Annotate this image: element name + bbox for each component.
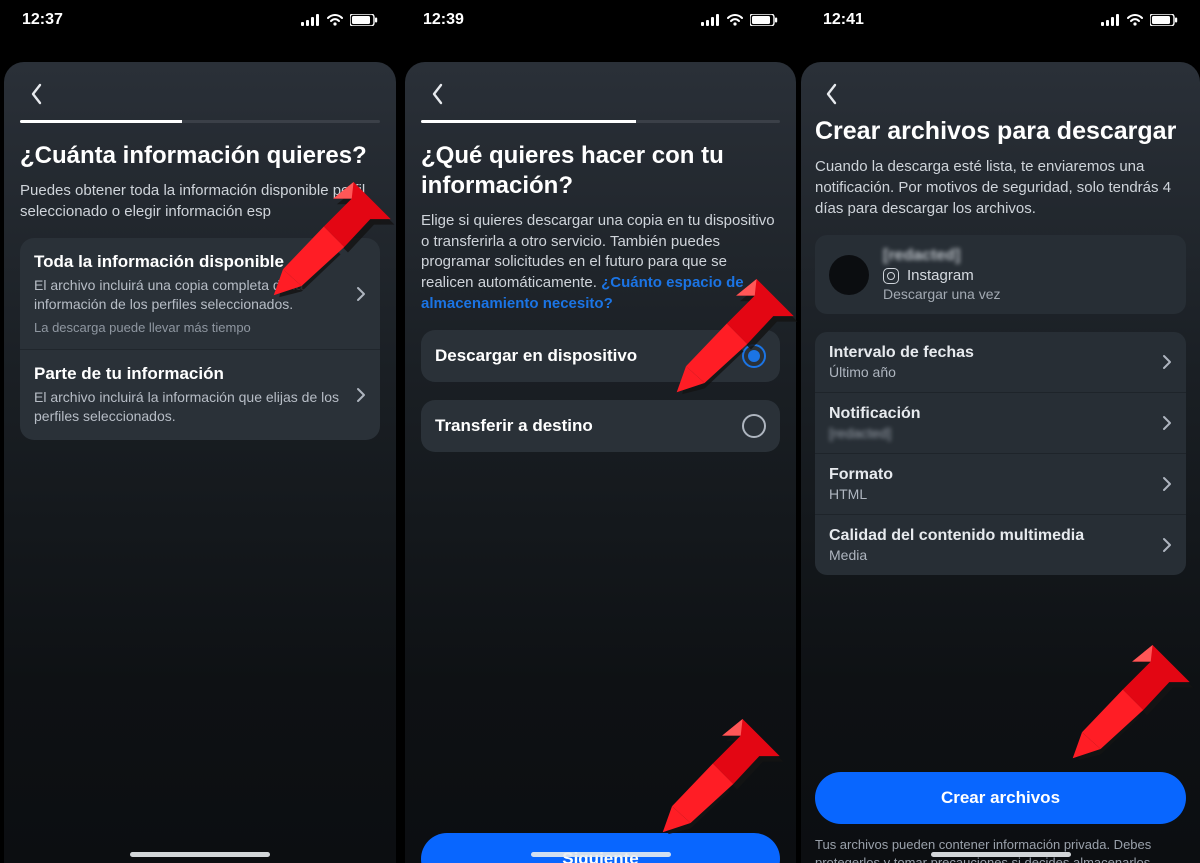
phone-screen-3: 12:41 Crear archivos para descargar Cuan… [800, 0, 1200, 863]
option-partial-info[interactable]: Parte de tu información El archivo inclu… [20, 349, 380, 440]
avatar [829, 255, 869, 295]
phone-screen-2: 12:39 ¿Qué quieres hacer con tu informac… [400, 0, 800, 863]
wifi-icon [1127, 14, 1143, 26]
radio-selected-icon [742, 344, 766, 368]
setting-key: Notificación [829, 405, 921, 423]
status-bar: 12:39 [401, 0, 800, 40]
option-title: Toda la información disponible [34, 252, 344, 272]
privacy-footer: Tus archivos pueden contener información… [815, 836, 1186, 863]
back-button[interactable] [20, 78, 52, 110]
status-time: 12:39 [423, 11, 464, 29]
sheet-3: Crear archivos para descargar Cuando la … [801, 62, 1200, 863]
page-subtitle: Elige si quieres descargar una copia en … [421, 211, 780, 314]
account-frequency: Descargar una vez [883, 286, 1001, 302]
transfer-choice-group: Transferir a destino [421, 400, 780, 452]
home-indicator [931, 852, 1071, 857]
home-indicator [130, 852, 270, 857]
create-files-button[interactable]: Crear archivos [815, 772, 1186, 824]
choice-label: Descargar en dispositivo [435, 346, 730, 366]
download-settings: Intervalo de fechas Último año Notificac… [815, 332, 1186, 575]
chevron-right-icon [1162, 354, 1172, 370]
setting-date-range[interactable]: Intervalo de fechas Último año [815, 332, 1186, 392]
choice-label: Transferir a destino [435, 416, 730, 436]
battery-icon [1150, 14, 1178, 26]
setting-value: Media [829, 547, 1084, 563]
option-title: Parte de tu información [34, 364, 344, 384]
option-all-info[interactable]: Toda la información disponible El archiv… [20, 238, 380, 349]
sheet-2: ¿Qué quieres hacer con tu información? E… [405, 62, 796, 863]
chevron-right-icon [1162, 537, 1172, 553]
phone-screen-1: 12:37 ¿Cuánta información quieres? Puede… [0, 0, 400, 863]
wifi-icon [327, 14, 343, 26]
battery-icon [350, 14, 378, 26]
amount-options: Toda la información disponible El archiv… [20, 238, 380, 440]
choice-transfer-destination[interactable]: Transferir a destino [421, 400, 780, 452]
progress-bar [20, 120, 380, 123]
battery-icon [750, 14, 778, 26]
status-time: 12:41 [823, 11, 864, 29]
signal-icon [1101, 14, 1120, 26]
page-title: ¿Qué quieres hacer con tu información? [421, 141, 780, 201]
option-desc: El archivo incluirá una copia completa d… [34, 276, 344, 314]
page-subtitle: Cuando la descarga esté lista, te enviar… [815, 157, 1186, 219]
account-card: [redacted] Instagram Descargar una vez [815, 235, 1186, 314]
setting-value: Último año [829, 364, 974, 380]
page-subtitle: Puedes obtener toda la información dispo… [20, 181, 380, 222]
back-button[interactable] [815, 78, 847, 110]
account-username: [redacted] [883, 247, 1001, 265]
back-button[interactable] [421, 78, 453, 110]
download-choice-group: Descargar en dispositivo [421, 330, 780, 382]
home-indicator [531, 852, 671, 857]
option-desc: El archivo incluirá la información que e… [34, 388, 344, 426]
account-service: Instagram [907, 267, 974, 284]
three-phone-stage: 12:37 ¿Cuánta información quieres? Puede… [0, 0, 1200, 863]
setting-media-quality[interactable]: Calidad del contenido multimedia Media [815, 514, 1186, 575]
chevron-right-icon [1162, 476, 1172, 492]
chevron-right-icon [1162, 415, 1172, 431]
status-bar: 12:37 [0, 0, 400, 40]
chevron-left-icon [824, 83, 838, 105]
wifi-icon [727, 14, 743, 26]
signal-icon [301, 14, 320, 26]
status-time: 12:37 [22, 11, 63, 29]
next-button[interactable]: Siguiente [421, 833, 780, 863]
setting-format[interactable]: Formato HTML [815, 453, 1186, 514]
instagram-icon [883, 268, 899, 284]
progress-bar [421, 120, 780, 123]
setting-notification[interactable]: Notificación [redacted] [815, 392, 1186, 453]
setting-key: Intervalo de fechas [829, 344, 974, 362]
chevron-right-icon [356, 286, 366, 302]
chevron-right-icon [356, 387, 366, 403]
setting-value: [redacted] [829, 425, 921, 441]
setting-value: HTML [829, 486, 893, 502]
chevron-left-icon [430, 83, 444, 105]
choice-download-device[interactable]: Descargar en dispositivo [421, 330, 780, 382]
status-bar: 12:41 [801, 0, 1200, 40]
setting-key: Formato [829, 466, 893, 484]
signal-icon [701, 14, 720, 26]
page-title: Crear archivos para descargar [815, 116, 1186, 147]
chevron-left-icon [29, 83, 43, 105]
setting-key: Calidad del contenido multimedia [829, 527, 1084, 545]
radio-unselected-icon [742, 414, 766, 438]
option-meta: La descarga puede llevar más tiempo [34, 320, 344, 335]
page-title: ¿Cuánta información quieres? [20, 141, 380, 171]
sheet-1: ¿Cuánta información quieres? Puedes obte… [4, 62, 396, 863]
